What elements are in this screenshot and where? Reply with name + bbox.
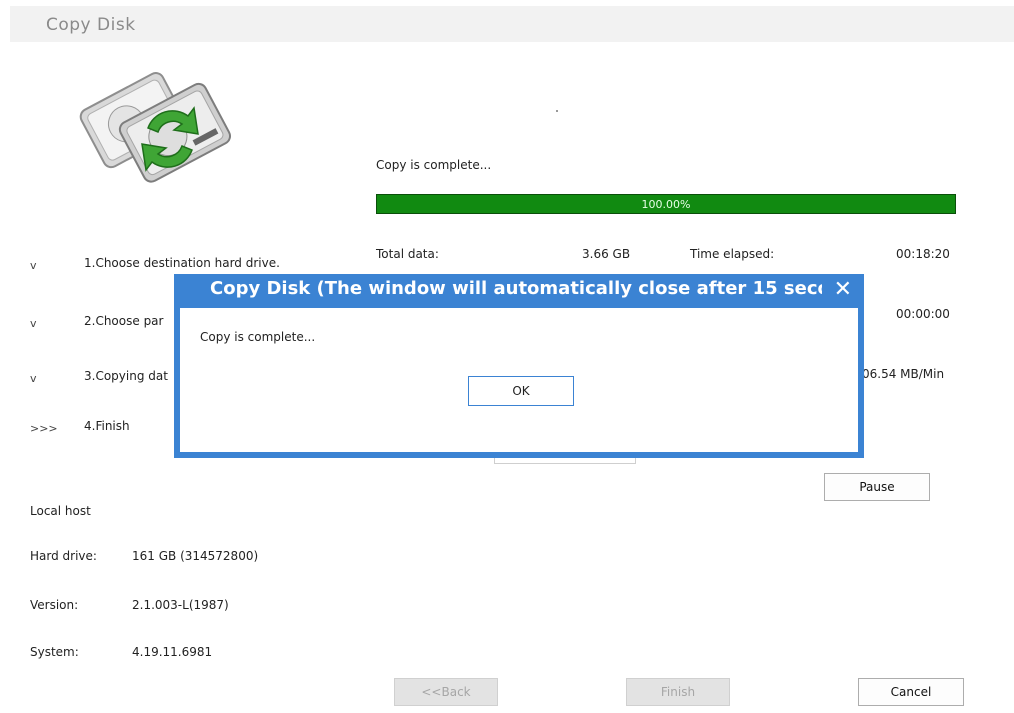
local-host-heading: Local host bbox=[30, 504, 91, 518]
completion-dialog: Copy Disk (The window will automatically… bbox=[174, 274, 864, 458]
hard-drive-label: Hard drive: bbox=[30, 549, 97, 563]
copy-progress-bar: 100.00% bbox=[376, 194, 956, 214]
system-label: System: bbox=[30, 645, 79, 659]
back-button[interactable]: <<Back bbox=[394, 678, 498, 706]
step-2-check-icon: v bbox=[30, 317, 37, 330]
time-remaining-value: 00:00:00 bbox=[896, 307, 950, 321]
step-1-check-icon: v bbox=[30, 259, 37, 272]
window-titlebar: Copy Disk bbox=[10, 6, 1014, 42]
step-4-current-icon: >>> bbox=[30, 422, 58, 435]
step-3-label: 3.Copying dat bbox=[84, 369, 168, 383]
copy-disk-icon bbox=[79, 72, 232, 183]
total-data-label: Total data: bbox=[376, 247, 439, 261]
dialog-message: Copy is complete... bbox=[200, 330, 316, 344]
dialog-title: Copy Disk (The window will automatically… bbox=[210, 278, 822, 299]
step-4-label: 4.Finish bbox=[84, 419, 130, 433]
step-1-label: 1.Choose destination hard drive. bbox=[84, 256, 280, 270]
dialog-body: Copy is complete... OK bbox=[180, 308, 858, 452]
system-value: 4.19.11.6981 bbox=[132, 645, 213, 659]
close-icon[interactable]: ✕ bbox=[834, 277, 852, 302]
ok-button[interactable]: OK bbox=[468, 376, 574, 406]
time-elapsed-label: Time elapsed: bbox=[690, 247, 775, 261]
step-3-check-icon: v bbox=[30, 372, 37, 385]
speed-value: 06.54 MB/Min bbox=[862, 367, 945, 381]
version-label: Version: bbox=[30, 598, 79, 612]
time-elapsed-value: 00:18:20 bbox=[896, 247, 950, 261]
stray-dot bbox=[556, 110, 558, 112]
cancel-button[interactable]: Cancel bbox=[858, 678, 964, 706]
finish-button[interactable]: Finish bbox=[626, 678, 730, 706]
progress-percent: 100.00% bbox=[641, 198, 691, 211]
pause-button[interactable]: Pause bbox=[824, 473, 930, 501]
step-2-label: 2.Choose par bbox=[84, 314, 164, 328]
window-title: Copy Disk bbox=[46, 15, 136, 35]
version-value: 2.1.003-L(1987) bbox=[132, 598, 229, 612]
total-data-value: 3.66 GB bbox=[582, 247, 631, 261]
hard-drive-value: 161 GB (314572800) bbox=[132, 549, 259, 563]
copy-status-label: Copy is complete... bbox=[376, 158, 492, 172]
